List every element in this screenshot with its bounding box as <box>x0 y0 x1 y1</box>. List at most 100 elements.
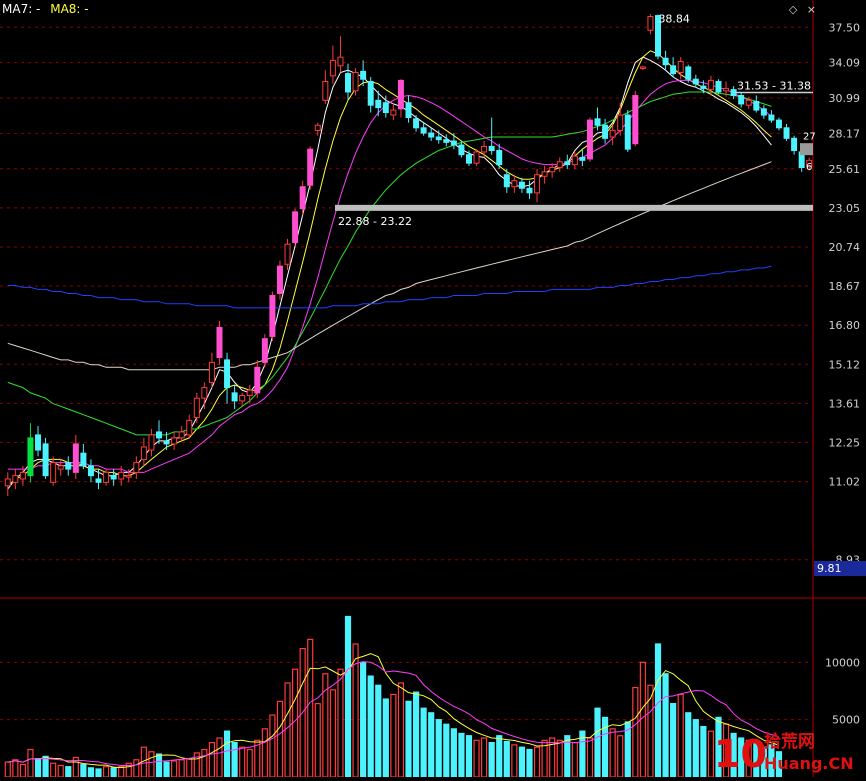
candle-body <box>609 129 616 138</box>
candle-body <box>345 73 352 93</box>
volume-bar <box>465 735 473 778</box>
candle-body <box>140 446 147 460</box>
candle <box>307 146 314 190</box>
diamond-icon[interactable]: ◇ <box>789 3 797 16</box>
candle <box>617 102 624 136</box>
candle-body <box>178 431 185 439</box>
volume-bar <box>435 719 442 778</box>
candle-body <box>685 66 692 80</box>
candle <box>662 50 669 71</box>
price-tick-label: 13.61 <box>829 397 861 410</box>
price-tick-label: 11.02 <box>829 476 861 489</box>
candle-body <box>42 443 49 477</box>
candle <box>397 79 404 118</box>
candle <box>239 392 246 407</box>
candle <box>405 95 412 123</box>
candle <box>110 469 117 486</box>
candle-body <box>299 186 306 210</box>
candle <box>284 238 291 270</box>
candle <box>201 382 208 410</box>
candle-body <box>50 462 57 483</box>
candle-body <box>526 187 533 194</box>
candle-body <box>715 81 722 93</box>
candle-body <box>579 157 586 161</box>
candle-body <box>186 419 193 436</box>
chart-canvas[interactable]: 37.50 34.09 30.99 28.17 25.61 23.05 20.74 18.67… <box>0 0 866 778</box>
candle <box>216 320 223 365</box>
candle <box>322 70 329 104</box>
candle-body <box>594 118 601 126</box>
candle <box>609 125 616 146</box>
candle <box>549 163 556 178</box>
candle-body <box>261 338 268 363</box>
candle <box>231 384 238 410</box>
candle <box>208 352 215 388</box>
candle <box>768 110 775 123</box>
candle <box>564 154 571 169</box>
candle-body <box>19 471 26 480</box>
candle-body <box>125 475 132 478</box>
candle-body <box>231 392 238 402</box>
candle-body <box>541 171 548 177</box>
volume-bar <box>692 719 699 778</box>
volume-bar <box>276 700 284 778</box>
current-price-label: 9.81 <box>817 562 842 575</box>
ma-line-1 <box>7 50 772 487</box>
volume-bar <box>617 735 624 778</box>
candle-body <box>118 471 125 480</box>
candle <box>715 79 722 95</box>
volume-bar <box>420 707 427 778</box>
volume-bar <box>405 700 412 778</box>
kline-chart[interactable]: 37.50 34.09 30.99 28.17 25.61 23.05 20.74 18.67… <box>0 0 866 778</box>
candle <box>193 392 200 424</box>
volume-bar <box>34 758 42 778</box>
candle-body <box>465 154 472 164</box>
price-tick-label: 18.67 <box>829 280 861 293</box>
band-range-label: 22.88 - 23.22 <box>338 215 412 228</box>
candle-body <box>276 265 283 294</box>
volume-bar <box>216 737 223 778</box>
candle <box>511 174 518 193</box>
price-tick-label: 23.05 <box>829 202 861 215</box>
candle-body <box>662 57 669 66</box>
candle <box>261 334 268 368</box>
volume-bar <box>80 763 87 778</box>
candle <box>57 459 64 476</box>
volume-bar <box>65 766 72 778</box>
ma-line-3 <box>7 91 772 436</box>
watermark-logo: 10 拾荒网 Huang.CN <box>714 731 854 775</box>
candle-body <box>458 144 465 156</box>
price-tick-label: 30.99 <box>829 92 861 105</box>
candle <box>186 414 193 438</box>
volume-bar <box>4 761 11 778</box>
volume-bar <box>677 693 684 778</box>
candle <box>791 135 798 155</box>
volume-bar <box>496 735 503 778</box>
volume-bar <box>397 682 405 778</box>
candle-body <box>647 16 654 31</box>
candle-body <box>632 95 639 145</box>
candle-body <box>352 71 359 92</box>
volume-bar <box>314 703 321 778</box>
candle-body <box>314 124 321 131</box>
candle-body <box>57 465 64 470</box>
volume-bar <box>685 712 692 778</box>
candle <box>65 456 72 476</box>
candle-body <box>254 366 261 394</box>
volume-bar <box>473 739 480 778</box>
candle <box>246 384 253 404</box>
candle <box>337 36 344 73</box>
candle <box>12 469 19 490</box>
volume-bar <box>155 753 163 778</box>
candle-body <box>269 295 276 337</box>
watermark-brand-en: Huang.CN <box>764 754 854 773</box>
candle <box>556 157 563 172</box>
edge-price-label-2: 6 <box>806 162 812 173</box>
close-icon[interactable]: × <box>807 3 816 16</box>
volume-bar <box>307 638 314 778</box>
volume-bar <box>118 766 125 778</box>
volume-bar <box>511 744 518 778</box>
volume-bar <box>390 693 397 778</box>
volume-bar <box>488 741 495 778</box>
candle-body <box>428 132 435 138</box>
